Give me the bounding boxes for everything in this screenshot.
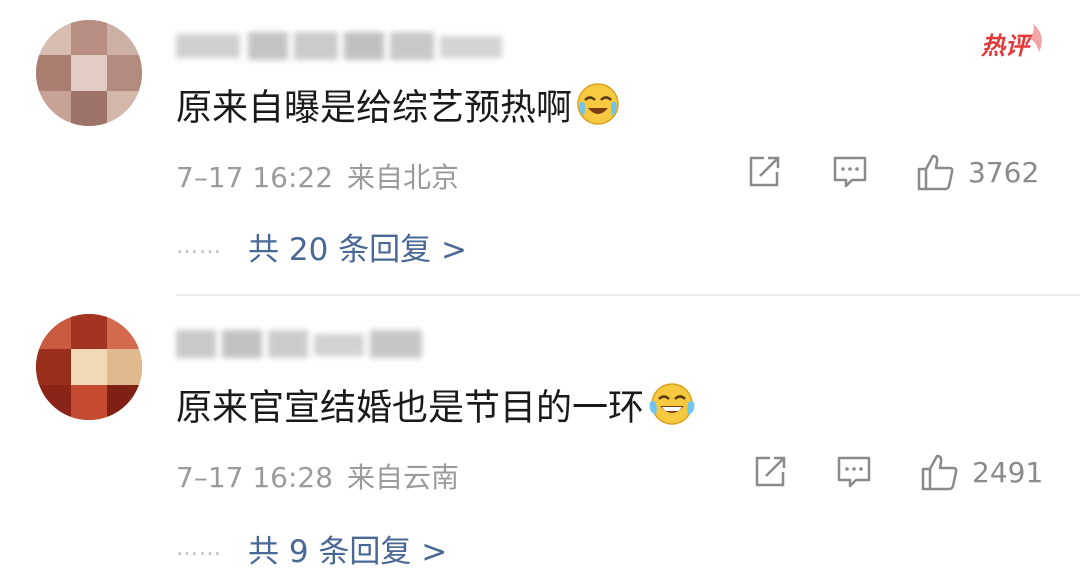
comment-icon bbox=[833, 156, 867, 188]
thumbs-up-icon bbox=[917, 154, 954, 191]
thumbs-up-icon bbox=[921, 454, 958, 491]
share-button[interactable] bbox=[752, 454, 788, 490]
reply-dots: …… bbox=[176, 234, 222, 259]
location: 来自北京 bbox=[347, 161, 460, 194]
timestamp: 7–17 16:22 bbox=[176, 161, 334, 194]
comment-meta: 7–17 16:22 来自北京 bbox=[176, 156, 459, 196]
like-count: 2491 bbox=[972, 455, 1044, 489]
location: 来自云南 bbox=[347, 461, 460, 494]
like-count: 3762 bbox=[968, 155, 1040, 189]
share-icon bbox=[755, 456, 786, 487]
laugh-cry-emoji-icon bbox=[576, 82, 620, 137]
comment-text: 原来自曝是给综艺预热啊 bbox=[176, 82, 620, 137]
avatar[interactable] bbox=[36, 314, 142, 420]
reply-count-label: 共 20 条回复 > bbox=[248, 232, 467, 268]
reply-dots: …… bbox=[176, 536, 222, 561]
like-button[interactable]: 2491 bbox=[920, 452, 1043, 492]
avatar[interactable] bbox=[36, 20, 142, 126]
reply-count-label: 共 9 条回复 > bbox=[248, 534, 448, 570]
comment-text: 原来官宣结婚也是节目的一环 bbox=[176, 382, 696, 437]
comment-meta: 7–17 16:28 来自云南 bbox=[176, 456, 459, 496]
share-icon bbox=[749, 156, 780, 187]
tears-of-joy-emoji-icon bbox=[648, 382, 696, 437]
comment-button[interactable] bbox=[836, 454, 872, 490]
view-replies-link[interactable]: …… 共 9 条回复 > bbox=[176, 526, 447, 571]
comment-item: 原来官宣结婚也是节目的一环 7–17 16:28 来自云南 2491 …… 共 … bbox=[0, 296, 1080, 588]
comment-icon bbox=[837, 456, 871, 488]
username-blurred[interactable] bbox=[176, 326, 426, 362]
like-button[interactable]: 3762 bbox=[916, 152, 1039, 192]
username-blurred[interactable] bbox=[176, 28, 506, 64]
timestamp: 7–17 16:28 bbox=[176, 461, 334, 494]
hot-comment-badge: 热评 bbox=[975, 20, 1047, 62]
comment-item: 热评 原来自曝是给综艺预热啊 7–17 16:22 来自北京 3762 …… 共… bbox=[0, 0, 1080, 296]
view-replies-link[interactable]: …… 共 20 条回复 > bbox=[176, 224, 467, 269]
share-button[interactable] bbox=[746, 154, 782, 190]
comment-button[interactable] bbox=[832, 154, 868, 190]
